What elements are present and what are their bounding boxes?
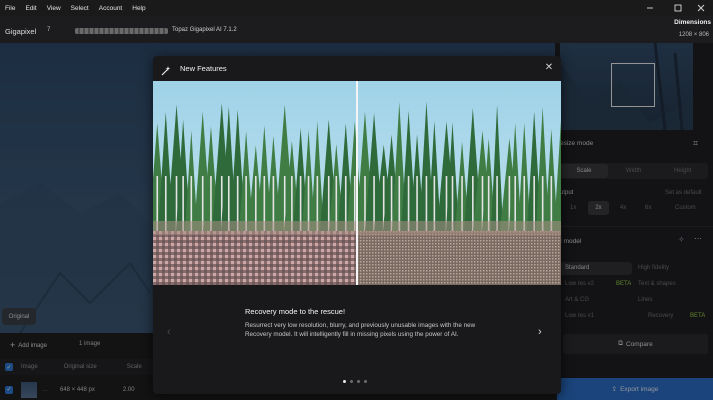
feature-description: Resurrect very low resolution, blurry, a… (245, 322, 476, 339)
chevron-left-icon[interactable]: ‹ (167, 326, 171, 338)
menu-bar: File Edit View Select Account Help (0, 0, 713, 16)
menu-help[interactable]: Help (127, 5, 150, 12)
pagination-dots (343, 380, 367, 383)
version-badge: 7 (47, 27, 51, 33)
app-version: Topaz Gigapixel AI 7.1.2 (172, 27, 237, 33)
page-dot[interactable] (357, 380, 360, 383)
chevron-right-icon[interactable]: › (538, 326, 542, 338)
file-path-redacted (75, 28, 168, 34)
menu-select[interactable]: Select (66, 5, 94, 12)
dialog-title: New Features (180, 64, 227, 73)
close-window-icon[interactable] (688, 0, 713, 16)
dimensions-value: 1208 × 806 (678, 32, 709, 38)
comparison-divider[interactable] (356, 81, 358, 285)
minimize-icon[interactable] (635, 0, 665, 16)
menu-file[interactable]: File (0, 5, 20, 12)
menu-account[interactable]: Account (94, 5, 128, 12)
menu-view[interactable]: View (42, 5, 66, 12)
new-features-dialog: New Features ✕ ‹ Recovery mode to the re… (153, 56, 561, 394)
magic-wand-icon (161, 63, 172, 81)
dimensions-label: Dimensions (674, 19, 711, 26)
menu-edit[interactable]: Edit (20, 5, 41, 12)
feature-title: Recovery mode to the rescue! (245, 307, 346, 316)
page-dot[interactable] (350, 380, 353, 383)
page-dot[interactable] (343, 380, 346, 383)
app-title: Gigapixel (5, 27, 37, 36)
page-dot[interactable] (364, 380, 367, 383)
close-icon[interactable]: ✕ (542, 60, 556, 74)
